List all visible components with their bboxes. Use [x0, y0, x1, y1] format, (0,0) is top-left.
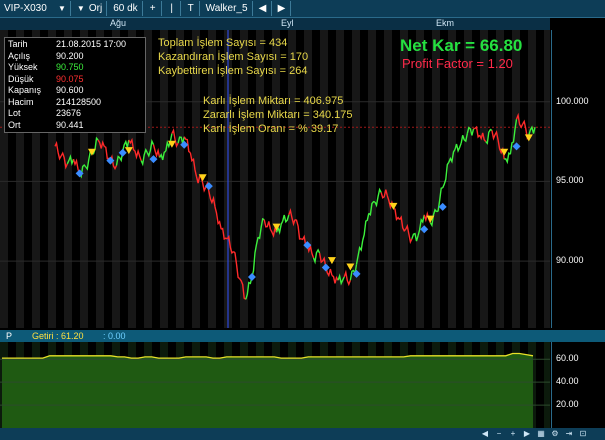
panel-letter: P: [6, 331, 13, 341]
price-segment: [393, 207, 401, 221]
stat-winning-trades: Kazandıran İşlem Sayısı = 170: [158, 51, 309, 63]
background-stripe: [400, 30, 408, 328]
background-stripe: [512, 30, 520, 328]
background-stripe: [352, 30, 360, 328]
system-selector[interactable]: Walker_5: [202, 1, 253, 16]
second-value-label: : 0.00: [103, 331, 126, 341]
price-segment: [362, 213, 370, 241]
stat-loss-amount: Zararlı İşlem Miktarı = 340.175: [203, 109, 353, 121]
equity-axis-label: 20.00: [556, 399, 579, 410]
equity-axis-label: 60.00: [556, 353, 579, 364]
stat-losing-trades: Kaybettiren İşlem Sayısı = 264: [158, 65, 308, 77]
price-segment: [442, 161, 450, 189]
background-stripe: [528, 30, 536, 328]
back-nav-button[interactable]: ◀: [255, 1, 272, 16]
chevron-left-icon: ◀: [258, 3, 267, 14]
info-row-avg: Ort 90.441: [8, 119, 84, 130]
info-row-high: Yüksek 90.750: [8, 62, 84, 72]
chevron-down-icon: ▼: [58, 4, 66, 13]
info-row-low: Düşük 90.075: [8, 73, 84, 84]
background-stripe: [544, 30, 550, 328]
background-stripe: [544, 342, 550, 428]
orj-selector[interactable]: ▼ Orj: [73, 1, 108, 16]
zoom-out-icon[interactable]: −: [494, 429, 504, 439]
scroll-right-icon[interactable]: ▶: [522, 429, 532, 439]
settings-icon[interactable]: ⚙: [550, 429, 560, 439]
background-stripe: [384, 30, 392, 328]
grid-toggle-icon[interactable]: ▦: [536, 429, 546, 439]
equity-chart[interactable]: [0, 342, 550, 428]
chevron-right-icon: ▶: [277, 3, 286, 14]
equity-area: [2, 353, 533, 428]
buy-signal-marker: [247, 273, 256, 282]
background-stripe: [496, 30, 504, 328]
month-label-aug: Ağu: [110, 18, 127, 28]
background-stripe: [464, 30, 472, 328]
background-stripe: [480, 30, 488, 328]
getiri-label: Getiri : 61.20: [32, 331, 84, 341]
zoom-in-icon[interactable]: +: [508, 429, 518, 439]
background-stripe: [336, 30, 344, 328]
forward-nav-button[interactable]: ▶: [274, 1, 291, 16]
toolbar: VIP-X030 ▼ ▼ Orj 60 dk + | T Walker_5 ◀ ▶: [0, 0, 605, 18]
info-row-volume: Hacim 214128500: [8, 96, 102, 107]
end-icon[interactable]: ⇥: [564, 429, 574, 439]
month-label-oct: Ekm: [436, 18, 454, 28]
price-segment: [282, 214, 290, 224]
price-segment: [152, 144, 161, 159]
separator-tool-button[interactable]: |: [164, 1, 181, 16]
price-segment: [504, 151, 511, 165]
horizontal-scrollbar[interactable]: ◀ − + ▶ ▦ ⚙ ⇥ ⊡: [0, 428, 605, 440]
ohlc-info-box: Tarih 21.08.2015 17:00 Açılış 90.200 Yükse…: [4, 37, 146, 133]
period-selector[interactable]: 60 dk: [109, 1, 143, 16]
months-header: Ağu Eyl Ekm: [0, 18, 550, 30]
price-axis-label: 90.000: [556, 255, 584, 266]
info-row-date: Tarih 21.08.2015 17:00: [8, 39, 127, 49]
price-axis-label: 95.000: [556, 175, 584, 186]
fit-icon[interactable]: ⊡: [578, 429, 588, 439]
info-row-close: Kapanış 90.600: [8, 85, 84, 95]
scroll-left-icon[interactable]: ◀: [480, 429, 490, 439]
background-stripe: [432, 30, 440, 328]
price-axis-label: 100.000: [556, 95, 589, 106]
symbol-selector[interactable]: VIP-X030 ▼: [0, 1, 71, 16]
price-segment: [473, 125, 481, 139]
profit-factor: Profit Factor = 1.20: [402, 56, 513, 71]
info-row-open: Açılış 90.200: [8, 50, 84, 61]
price-segment: [343, 269, 352, 287]
text-tool-button[interactable]: T: [183, 1, 200, 16]
net-profit: Net Kar = 66.80: [400, 36, 523, 55]
price-segment: [312, 248, 321, 265]
stat-profit-amount: Karlı İşlem Miktarı = 406.975: [203, 95, 344, 107]
price-segment: [263, 219, 272, 230]
month-label-sep: Eyl: [281, 18, 294, 28]
equity-panel-header: P Getiri : 61.20 : 0.00: [0, 330, 605, 342]
background-stripe: [368, 30, 376, 328]
add-button[interactable]: +: [145, 1, 162, 16]
background-stripe: [416, 30, 424, 328]
equity-axis-label: 40.00: [556, 376, 579, 387]
stat-total-trades: Toplam İşlem Sayısı = 434: [158, 37, 288, 49]
info-row-lot: Lot 23676: [8, 108, 82, 118]
background-stripe: [448, 30, 456, 328]
chevron-down-icon: ▼: [76, 4, 85, 13]
background-stripe: [320, 30, 328, 328]
price-segment: [233, 251, 241, 280]
stat-win-ratio: Karlı İşlem Oranı = % 39.17: [203, 123, 339, 135]
